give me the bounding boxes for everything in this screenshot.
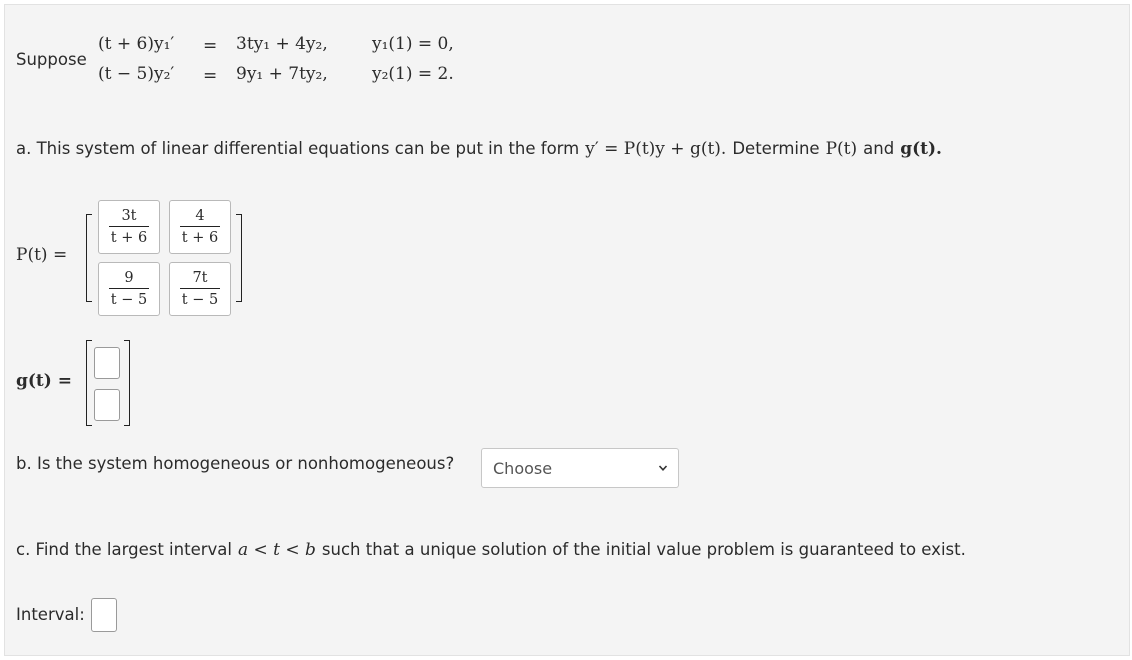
part-a-form: y′ = P(t)y + g(t).: [585, 139, 727, 159]
g-vector-right-bracket: [124, 340, 130, 426]
p11-denominator: t + 6: [110, 230, 148, 246]
part-a-text: a. This system of linear differential eq…: [16, 139, 580, 158]
g-vector-left-bracket: [86, 340, 92, 426]
p-matrix-cell-12[interactable]: 4 t + 6: [169, 200, 231, 254]
homogeneity-select-value: Choose: [493, 458, 553, 478]
chevron-down-icon: [658, 465, 668, 471]
p12-numerator: 4: [195, 207, 205, 224]
p12-denominator: t + 6: [181, 230, 219, 246]
part-a-p: P(t): [825, 139, 858, 159]
eq1-rhs: 3ty₁ + 4y₂,: [236, 34, 328, 54]
p-matrix-cell-11[interactable]: 3t t + 6: [98, 200, 160, 254]
g-vector-input-1[interactable]: [94, 347, 120, 379]
p22-numerator: 7t: [192, 269, 208, 286]
p-matrix-left-bracket: [86, 214, 92, 302]
p-matrix-cell-22[interactable]: 7t t − 5: [169, 262, 231, 316]
suppose-label: Suppose: [16, 50, 87, 69]
g-vector-input-2[interactable]: [94, 389, 120, 421]
part-c-prompt: c. Find the largest interval a < t < b s…: [16, 540, 966, 560]
p21-denominator: t − 5: [110, 292, 148, 308]
interval-label: Interval:: [16, 605, 85, 624]
eq2-lhs: (t − 5)y₂′: [98, 64, 175, 84]
part-c-text-before: c. Find the largest interval: [16, 540, 232, 559]
part-b-question: b. Is the system homogeneous or nonhomog…: [16, 454, 455, 473]
part-a-determine: Determine: [732, 139, 820, 158]
eq2-initial-condition: y₂(1) = 2.: [372, 64, 454, 84]
p-matrix-label: P(t) =: [16, 245, 68, 265]
part-a-prompt: a. This system of linear differential eq…: [16, 139, 942, 159]
g-vector-label: g(t) =: [16, 371, 72, 391]
part-c-interval-math: a < t < b: [237, 540, 316, 560]
p-matrix-right-bracket: [236, 214, 242, 302]
p22-denominator: t − 5: [181, 292, 219, 308]
part-c-text-after: such that a unique solution of the initi…: [321, 540, 966, 559]
eq2-rhs: 9y₁ + 7ty₂,: [236, 64, 328, 84]
p-matrix-cell-21[interactable]: 9 t − 5: [98, 262, 160, 316]
part-a-and: and: [863, 139, 895, 158]
eq1-lhs: (t + 6)y₁′: [98, 34, 175, 54]
eq1-initial-condition: y₁(1) = 0,: [372, 34, 454, 54]
part-a-g: g(t).: [900, 139, 942, 159]
p11-numerator: 3t: [121, 207, 137, 224]
interval-input[interactable]: [91, 598, 117, 632]
eq2-equals: =: [203, 66, 218, 86]
homogeneity-select[interactable]: Choose: [481, 448, 679, 488]
p21-numerator: 9: [124, 269, 134, 286]
eq1-equals: =: [203, 36, 218, 56]
